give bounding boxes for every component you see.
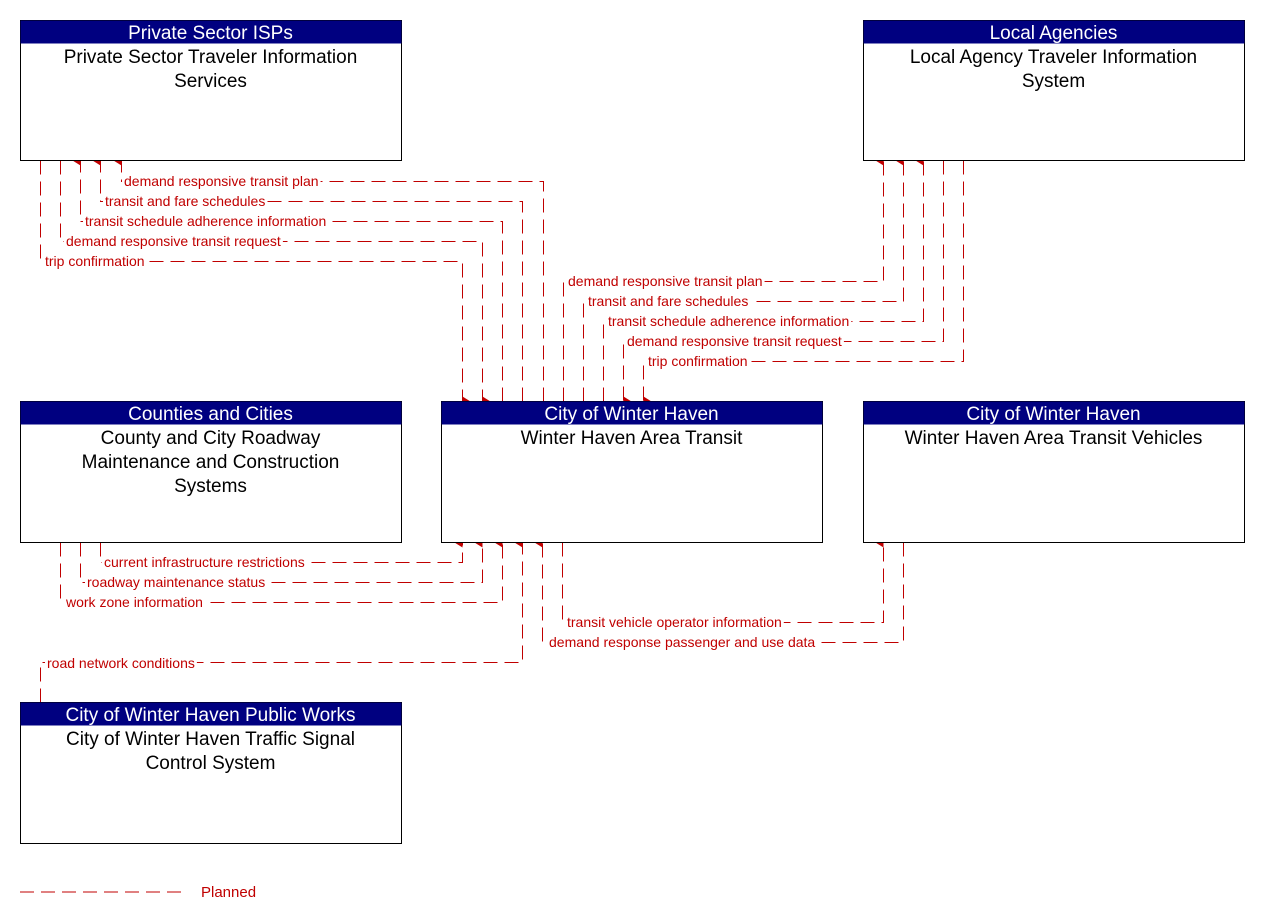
node-header-label: City of Winter Haven	[966, 404, 1140, 425]
node-body-label: County and City Roadway	[101, 428, 321, 449]
node-body-label: City of Winter Haven Traffic Signal	[66, 729, 355, 750]
legend-planned-label: Planned	[201, 884, 256, 901]
flow-label: demand responsive transit plan	[568, 273, 763, 289]
node-body-label: Local Agency Traveler Information	[910, 47, 1197, 68]
node-header-label: Private Sector ISPs	[128, 23, 293, 44]
flow-label: current infrastructure restrictions	[104, 554, 305, 570]
node-vehicles[interactable]: City of Winter Haven Winter Haven Area Tr…	[863, 401, 1245, 543]
flow-label: demand responsive transit plan	[124, 173, 319, 189]
flow-label: trip confirmation	[648, 353, 748, 369]
flow-wht-to-vehicles[interactable]: transit vehicle operator information	[562, 537, 884, 631]
flow-label: transit schedule adherence information	[85, 213, 326, 229]
node-local[interactable]: Local Agencies Local Agency Traveler Info…	[863, 20, 1245, 161]
node-header-label: City of Winter Haven	[544, 404, 718, 425]
flow-label: demand responsive transit request	[66, 233, 281, 249]
node-header-label: City of Winter Haven Public Works	[65, 705, 355, 726]
flow-counties-to-wht[interactable]: current infrastructure restrictions	[100, 537, 463, 571]
node-wht[interactable]: City of Winter Haven Winter Haven Area Tr…	[441, 401, 823, 543]
flow-label: transit and fare schedules	[588, 293, 748, 309]
node-body-label: Winter Haven Area Transit	[521, 428, 743, 449]
node-body-label: Control System	[146, 753, 276, 774]
node-body-label: Private Sector Traveler Information	[64, 47, 358, 68]
node-body-label: Winter Haven Area Transit Vehicles	[905, 428, 1203, 449]
node-body-label: Systems	[174, 476, 247, 497]
flow-line	[562, 537, 884, 623]
legend: Planned	[20, 884, 256, 901]
node-counties[interactable]: Counties and Cities County and City Roadw…	[20, 401, 402, 543]
flow-label: work zone information	[65, 594, 203, 610]
node-header-label: Local Agencies	[990, 23, 1118, 44]
node-signals[interactable]: City of Winter Haven Public Works City of…	[20, 702, 402, 844]
node-isp[interactable]: Private Sector ISPs Private Sector Travel…	[20, 20, 402, 161]
flow-vehicles-to-wht[interactable]: demand response passenger and use data	[534, 537, 904, 651]
flow-label: transit and fare schedules	[105, 193, 265, 209]
flow-wht-to-isp[interactable]: transit and fare schedules	[92, 155, 523, 402]
flow-label: demand response passenger and use data	[549, 634, 815, 650]
flow-label: trip confirmation	[45, 253, 145, 269]
flow-label: roadway maintenance status	[87, 574, 265, 590]
architecture-diagram: demand responsive transit plan transit an…	[20, 20, 1245, 901]
flow-label: transit vehicle operator information	[567, 614, 782, 630]
node-header-label: Counties and Cities	[128, 404, 293, 425]
node-body-label: System	[1022, 71, 1085, 92]
flow-label: road network conditions	[47, 655, 195, 671]
node-body-label: Maintenance and Construction	[82, 452, 340, 473]
node-body-label: Services	[174, 71, 247, 92]
nodes-layer: Private Sector ISPs Private Sector Travel…	[20, 20, 1245, 844]
flow-label: transit schedule adherence information	[608, 313, 849, 329]
flow-label: demand responsive transit request	[627, 333, 842, 349]
